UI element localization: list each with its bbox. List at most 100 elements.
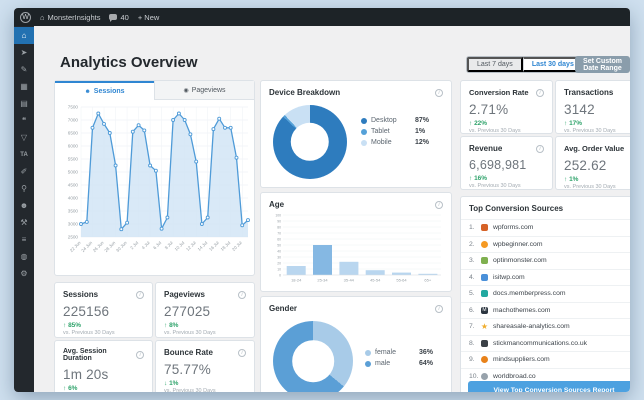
sidebar-item-tools[interactable]: ⚒	[14, 214, 34, 231]
source-rank: 4.	[469, 273, 475, 281]
source-domain: optinmonster.com	[493, 257, 547, 265]
last-7-days-button[interactable]: Last 7 days	[467, 57, 523, 72]
info-icon[interactable]: i	[238, 348, 246, 357]
new-menu[interactable]: + New	[138, 13, 159, 22]
age-card: Age i 0 10 20 30 40 50 60 70 80 90 100 18-24 25-34 35-…	[260, 192, 452, 292]
stat-label: Transactions	[564, 88, 614, 97]
favicon-icon: M	[481, 306, 488, 314]
legend-dot-icon	[365, 360, 371, 367]
source-row[interactable]: 3.optinmonster.com∨	[461, 252, 630, 269]
favicon-icon	[481, 224, 488, 232]
source-row[interactable]: 8.stickmancommunications.co.uk∨	[461, 334, 630, 352]
sidebar-item-forms[interactable]: ▽	[14, 129, 34, 146]
trend-down-icon: ↓	[164, 380, 168, 387]
sidebar-item-appearance[interactable]: ✐	[14, 163, 34, 180]
legend-label: male	[375, 360, 391, 367]
legend-value: 87%	[415, 117, 430, 124]
browser-window: W ⌂ MonsterInsights 40 + New ⌂ ➤ ✎ ▦ ▤ ❝ ▽ TA ✐ ⚲…	[14, 8, 630, 392]
stat-label: Sessions	[63, 290, 99, 299]
sidebar-item-settings-gear[interactable]: ⚙	[14, 265, 34, 282]
info-icon[interactable]: i	[536, 144, 544, 153]
tab-pageviews[interactable]: ◉ Pageviews	[154, 81, 254, 100]
stat-vs: vs. Previous 30 Days	[63, 330, 115, 336]
stat-label: Avg. Order Value	[564, 144, 625, 153]
card-title: Gender	[269, 304, 298, 313]
sidebar-item-users[interactable]: ☻	[14, 197, 34, 214]
legend-row: Mobile 12%	[361, 139, 429, 146]
svg-text:60: 60	[277, 237, 281, 241]
source-row[interactable]: 9.mindsuppliers.com∨	[461, 351, 630, 368]
source-row[interactable]: 1.wpforms.com∨	[461, 219, 630, 236]
svg-text:65+: 65+	[424, 278, 431, 283]
stat-change-pct: 17%	[569, 120, 583, 127]
stat-label: Avg. Session Duration	[63, 348, 107, 362]
source-domain: isitwp.com	[493, 273, 525, 281]
sidebar-item-dashboard[interactable]: ⌂	[14, 27, 34, 44]
svg-text:24 Jun: 24 Jun	[80, 240, 93, 253]
sidebar-item-comments[interactable]: ❝	[14, 112, 34, 129]
info-icon[interactable]: i	[435, 200, 443, 209]
set-custom-date-range-button[interactable]: Set Custom Date Range	[575, 56, 630, 73]
sidebar-item-analytics[interactable]: ◍	[14, 248, 34, 265]
site-menu[interactable]: ⌂ MonsterInsights	[40, 13, 100, 22]
sidebar-item-pages[interactable]: ▤	[14, 95, 34, 112]
card-title: Top Conversion Sources	[469, 204, 564, 213]
home-icon: ⌂	[40, 12, 45, 22]
info-icon[interactable]: i	[136, 351, 144, 359]
sidebar-item-plugins[interactable]: ⚲	[14, 180, 34, 197]
main-content: Analytics Overview Last 7 days Last 30 d…	[34, 26, 630, 392]
svg-text:3500: 3500	[68, 209, 79, 214]
source-row[interactable]: 4.isitwp.com∨	[461, 268, 630, 286]
gender-card: Gender i female 36% male 64%	[260, 296, 452, 392]
svg-text:4500: 4500	[68, 183, 79, 188]
trend-up-icon: ↑	[164, 322, 168, 329]
source-rank: 6.	[469, 306, 475, 314]
view-report-button[interactable]: View Top Conversion Sources Report	[468, 381, 630, 392]
source-rank: 7.	[469, 323, 475, 331]
source-row[interactable]: 2.wpbeginner.com∨	[461, 235, 630, 253]
wordpress-logo-icon[interactable]: W	[20, 11, 31, 23]
sidebar-item-ta-plugin[interactable]: TA	[14, 146, 34, 163]
stat-change-pct: 1%	[569, 176, 579, 183]
stat-value: 1m 20s	[63, 367, 109, 382]
sidebar-item-settings-sliders[interactable]: ≡	[14, 231, 34, 248]
conversion-rate-card: Conversion Rate i 2.71% ↑ 22% vs. Previou…	[460, 80, 553, 134]
legend-row: male 64%	[365, 360, 433, 367]
comments-menu[interactable]: 40	[109, 13, 129, 22]
date-range-group: Last 7 days Last 30 days	[466, 56, 585, 73]
source-rank: 10.	[469, 372, 479, 380]
svg-text:6 Jul: 6 Jul	[152, 240, 162, 250]
appearance-icon: ✐	[20, 166, 28, 176]
pages-icon: ▤	[20, 98, 28, 108]
source-rank: 5.	[469, 290, 475, 298]
stat-value: 225156	[63, 304, 110, 319]
source-row[interactable]: 6.Mmachothemes.com∨	[461, 301, 630, 319]
svg-text:3000: 3000	[68, 222, 79, 227]
new-label: + New	[137, 12, 160, 22]
trend-up-icon: ↑	[63, 385, 67, 392]
info-icon[interactable]: i	[238, 290, 246, 299]
sidebar-item-media[interactable]: ▦	[14, 78, 34, 95]
svg-text:6000: 6000	[68, 144, 79, 149]
legend-label: Desktop	[371, 117, 397, 124]
source-rank: 1.	[469, 224, 475, 232]
svg-text:20: 20	[277, 261, 281, 265]
trend-up-icon: ↑	[469, 120, 473, 127]
page-title: Analytics Overview	[60, 54, 198, 71]
settings-sliders-icon: ≡	[21, 234, 27, 244]
info-icon[interactable]: i	[435, 304, 443, 313]
sidebar-item-posts[interactable]: ✎	[14, 61, 34, 78]
svg-text:22 Jun: 22 Jun	[69, 240, 82, 253]
info-icon[interactable]: i	[435, 88, 443, 97]
source-row[interactable]: 7.★shareasale-analytics.com∨	[461, 318, 630, 335]
tab-sessions[interactable]: ☻ Sessions	[55, 81, 154, 100]
info-icon[interactable]: i	[536, 88, 544, 97]
info-icon[interactable]: i	[136, 290, 144, 299]
stat-change-pct: 85%	[68, 322, 82, 329]
gender-legend: female 36% male 64%	[365, 349, 433, 367]
sidebar-item-monsterinsights[interactable]: ➤	[14, 44, 34, 61]
stat-vs: vs. Previous 30 Days	[564, 184, 616, 190]
source-row[interactable]: 5.docs.memberpress.com∨	[461, 285, 630, 302]
tools-icon: ⚒	[20, 217, 28, 227]
source-rank: 8.	[469, 339, 475, 347]
